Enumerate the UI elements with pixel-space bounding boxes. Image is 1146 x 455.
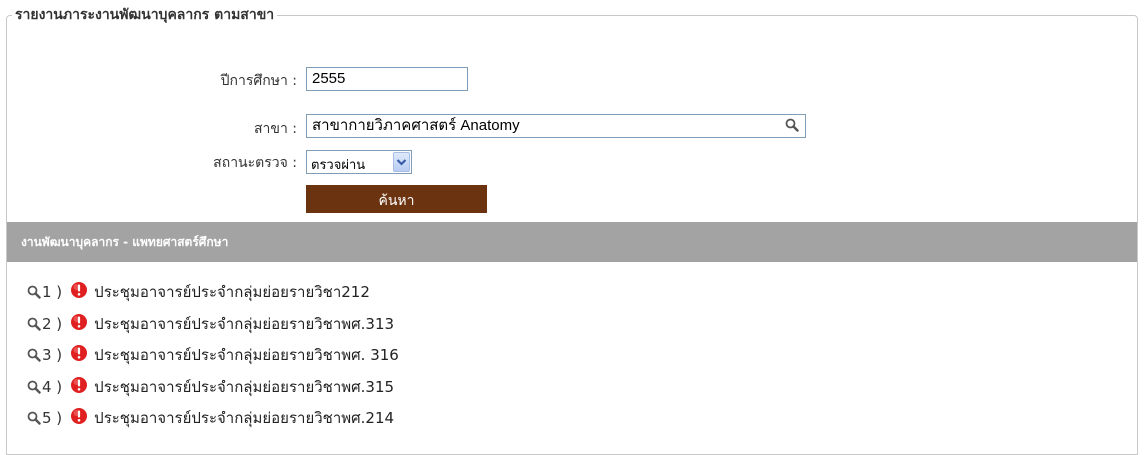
status-value: ตรวจผ่าน — [311, 158, 366, 173]
item-text: ประชุมอาจารย์ประจำกลุ่มย่อยรายวิชา212 — [94, 283, 370, 301]
alert-icon — [70, 407, 88, 429]
list-item: 3 ) ประชุมอาจารย์ประจำกลุ่มย่อยรายวิชาพศ… — [27, 343, 399, 367]
alert-icon — [70, 281, 88, 303]
item-number: 3 ) — [42, 346, 63, 364]
item-text: ประชุมอาจารย์ประจำกลุ่มย่อยรายวิชาพศ.315 — [94, 377, 395, 396]
view-item-link[interactable]: 1 ) — [27, 283, 62, 301]
alert-icon — [70, 313, 88, 335]
activity-list: 1 ) ประชุมอาจารย์ประจำกลุ่มย่อยรายวิชา21… — [27, 280, 399, 438]
item-text: ประชุมอาจารย์ประจำกลุ่มย่อยรายวิชาพศ. 31… — [94, 346, 399, 364]
magnifier-icon — [27, 380, 41, 394]
alert-icon — [70, 376, 88, 398]
view-item-link[interactable]: 3 ) — [27, 346, 62, 364]
year-input[interactable]: 2555 — [306, 67, 468, 91]
page-title: รายงานภาระงานพัฒนาบุคลากร ตามสาขา — [12, 5, 278, 25]
year-label: ปีการศึกษา : — [220, 73, 297, 89]
view-item-link[interactable]: 2 ) — [27, 315, 62, 333]
search-button[interactable]: ค้นหา — [306, 185, 487, 213]
item-text: ประชุมอาจารย์ประจำกลุ่มย่อยรายวิชาพศ.313 — [94, 314, 395, 333]
list-item: 5 ) ประชุมอาจารย์ประจำกลุ่มย่อยรายวิชาพศ… — [27, 406, 399, 430]
section-header: งานพัฒนาบุคลากร - แพทยศาสตร์ศึกษา — [7, 222, 1137, 262]
item-number: 2 ) — [42, 314, 63, 333]
list-item: 2 ) ประชุมอาจารย์ประจำกลุ่มย่อยรายวิชาพศ… — [27, 312, 399, 336]
magnifier-icon[interactable] — [785, 118, 799, 138]
item-number: 5 ) — [42, 409, 63, 427]
alert-icon — [70, 344, 88, 366]
status-label: สถานะตรวจ : — [213, 155, 297, 171]
magnifier-icon — [27, 285, 41, 299]
magnifier-icon — [27, 411, 41, 425]
view-item-link[interactable]: 5 ) — [27, 409, 62, 427]
branch-value: สาขากายวิภาคศาสตร์ Anatomy — [312, 117, 520, 134]
magnifier-icon — [27, 348, 41, 362]
year-value: 2555 — [312, 70, 346, 87]
item-number: 1 ) — [42, 283, 63, 301]
list-item: 1 ) ประชุมอาจารย์ประจำกลุ่มย่อยรายวิชา21… — [27, 280, 399, 304]
branch-input[interactable]: สาขากายวิภาคศาสตร์ Anatomy — [306, 114, 806, 138]
magnifier-icon — [27, 317, 41, 331]
chevron-down-icon[interactable] — [393, 152, 410, 172]
item-text: ประชุมอาจารย์ประจำกลุ่มย่อยรายวิชาพศ.214 — [94, 409, 395, 427]
status-select[interactable]: ตรวจผ่าน — [306, 150, 412, 174]
branch-label: สาขา : — [253, 121, 297, 137]
item-number: 4 ) — [42, 377, 63, 396]
list-item: 4 ) ประชุมอาจารย์ประจำกลุ่มย่อยรายวิชาพศ… — [27, 375, 399, 399]
view-item-link[interactable]: 4 ) — [27, 378, 62, 396]
